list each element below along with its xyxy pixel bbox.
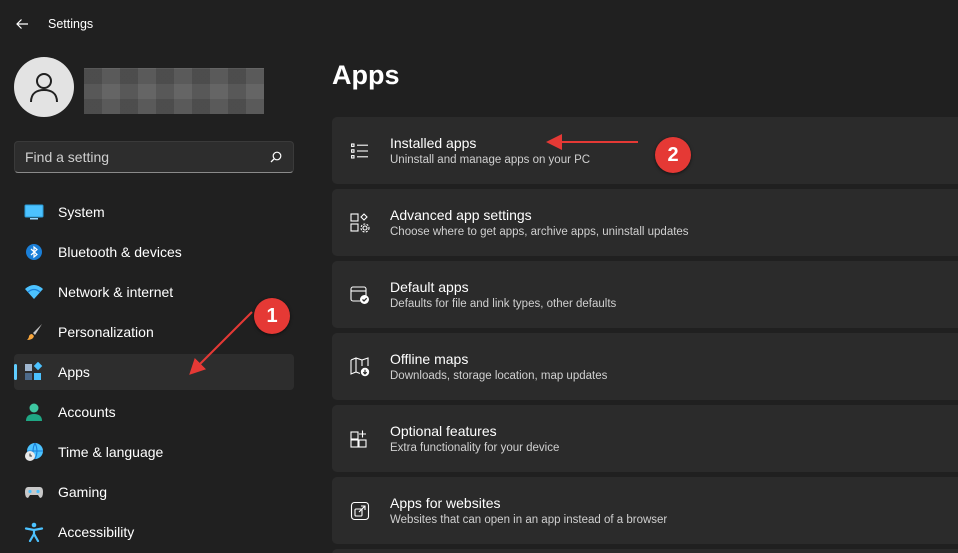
sidebar-item-bluetooth[interactable]: Bluetooth & devices [14, 234, 294, 270]
sidebar-item-label: Apps [58, 364, 90, 380]
card-title: Optional features [390, 423, 497, 439]
sidebar-nav: System Bluetooth & devices Network & int… [14, 194, 294, 553]
window-title: Settings [48, 17, 94, 31]
card-title: Apps for websites [390, 495, 501, 511]
back-arrow-icon [16, 19, 28, 29]
page-title: Apps [332, 60, 400, 90]
list-icon [350, 141, 370, 161]
card-description: Choose where to get apps, archive apps, … [390, 226, 689, 238]
person-icon [24, 402, 44, 422]
card-partial-next[interactable] [332, 549, 958, 553]
sidebar-item-label: Network & internet [58, 284, 174, 300]
card-description: Defaults for file and link types, other … [390, 298, 617, 310]
card-description: Downloads, storage location, map updates [390, 370, 608, 382]
sidebar-item-label: Accounts [58, 404, 116, 420]
sidebar-item-apps[interactable]: Apps [14, 354, 294, 390]
sidebar-item-gaming[interactable]: Gaming [14, 474, 294, 510]
system-icon [24, 202, 44, 222]
settings-card-list: Installed apps Uninstall and manage apps… [332, 117, 958, 553]
title-bar: Settings [0, 0, 958, 48]
avatar[interactable] [14, 57, 74, 117]
app-settings-icon [350, 212, 370, 233]
search-input[interactable] [25, 149, 269, 165]
card-installed-apps[interactable]: Installed apps Uninstall and manage apps… [332, 117, 958, 184]
card-offline-maps[interactable]: Offline maps Downloads, storage location… [332, 333, 958, 400]
annotation-badge-2: 2 [655, 137, 691, 173]
card-title: Default apps [390, 279, 469, 295]
bluetooth-icon [24, 242, 44, 262]
sidebar-item-system[interactable]: System [14, 194, 294, 230]
sidebar-item-personalization[interactable]: Personalization [14, 314, 294, 350]
sidebar-item-accessibility[interactable]: Accessibility [14, 514, 294, 550]
annotation-badge-1: 1 [254, 298, 290, 334]
card-default-apps[interactable]: Default apps Defaults for file and link … [332, 261, 958, 328]
card-description: Extra functionality for your device [390, 442, 560, 454]
sidebar-item-label: Personalization [58, 324, 154, 340]
card-description: Websites that can open in an app instead… [390, 514, 668, 526]
sidebar-item-label: Time & language [58, 444, 164, 460]
brush-icon [24, 322, 44, 342]
sidebar-item-time-language[interactable]: Time & language [14, 434, 294, 470]
card-title: Installed apps [390, 135, 477, 151]
open-in-app-icon [350, 501, 370, 521]
apps-icon [24, 362, 44, 382]
sidebar-item-label: System [58, 204, 105, 220]
card-apps-for-websites[interactable]: Apps for websites Websites that can open… [332, 477, 958, 544]
search-box[interactable] [14, 141, 294, 173]
accessibility-icon [24, 522, 44, 542]
card-description: Uninstall and manage apps on your PC [390, 154, 591, 166]
person-icon [30, 73, 58, 103]
card-title: Offline maps [390, 351, 469, 367]
search-icon[interactable] [269, 150, 283, 164]
card-advanced-app-settings[interactable]: Advanced app settings Choose where to ge… [332, 189, 958, 256]
profile-name-redacted [84, 68, 264, 114]
sidebar-item-accounts[interactable]: Accounts [14, 394, 294, 430]
sidebar-item-label: Gaming [58, 484, 108, 500]
default-apps-icon [350, 285, 370, 305]
add-features-icon [350, 429, 370, 449]
globe-clock-icon [24, 442, 44, 462]
sidebar-item-label: Accessibility [58, 524, 135, 540]
card-optional-features[interactable]: Optional features Extra functionality fo… [332, 405, 958, 472]
back-button[interactable] [12, 14, 32, 34]
gamepad-icon [24, 482, 44, 502]
wifi-icon [24, 282, 44, 302]
map-icon [350, 356, 370, 377]
sidebar-item-label: Bluetooth & devices [58, 244, 182, 260]
card-title: Advanced app settings [390, 207, 532, 223]
sidebar-item-network[interactable]: Network & internet [14, 274, 294, 310]
